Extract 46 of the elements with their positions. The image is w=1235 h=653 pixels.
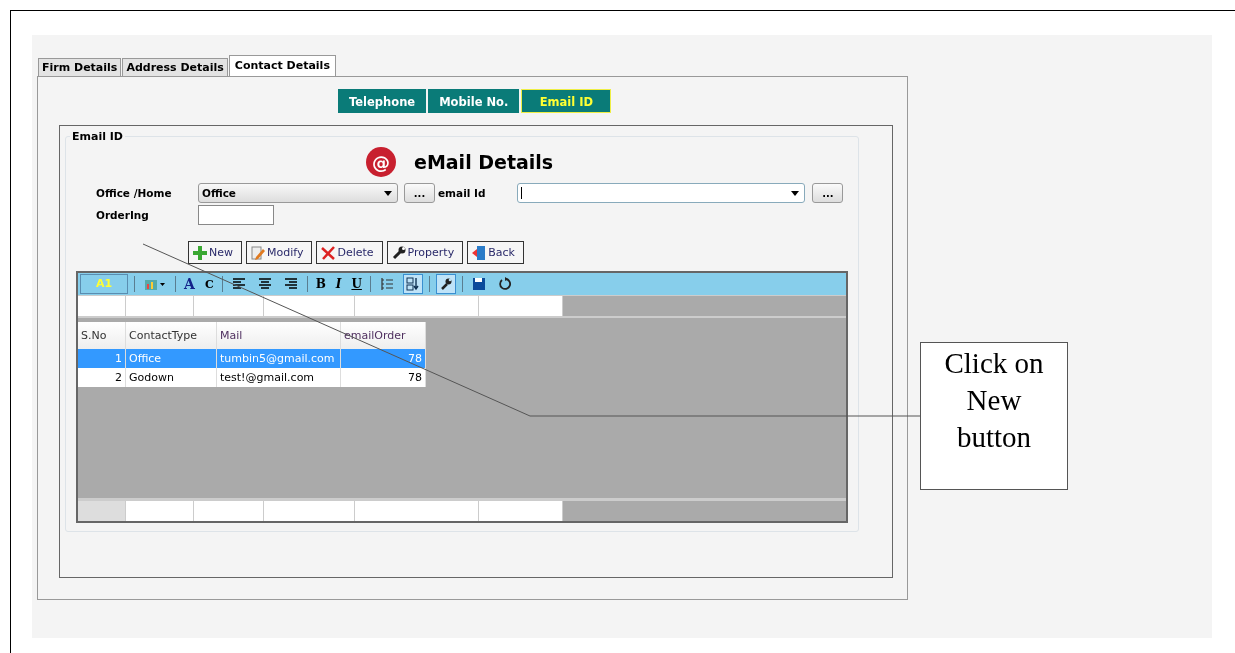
- tab[interactable]: Contact Details: [228, 55, 336, 76]
- back-button[interactable]: Back: [467, 241, 524, 264]
- at-sign-icon: @: [366, 147, 396, 177]
- modify-button[interactable]: Modify: [246, 241, 313, 264]
- new-button[interactable]: New: [188, 241, 242, 264]
- field-label: email Id: [438, 187, 486, 199]
- browse-button[interactable]: ...: [812, 183, 844, 203]
- ordering-field[interactable]: [198, 205, 274, 225]
- table-cell: Godown: [126, 368, 217, 387]
- table-cell: 1: [78, 349, 126, 368]
- tab[interactable]: Firm Details: [38, 58, 122, 76]
- bold-button[interactable]: B: [313, 277, 328, 291]
- plus-icon: [193, 245, 207, 260]
- callout-note: Click on New button: [920, 342, 1068, 490]
- caret-icon: [384, 191, 392, 196]
- caret-icon: [791, 191, 800, 196]
- wrench-icon: [391, 245, 406, 260]
- office-home-dropdown[interactable]: Office: [198, 183, 398, 203]
- pencil-icon: [251, 245, 265, 260]
- italic-button[interactable]: I: [333, 277, 344, 291]
- group-title: Email ID: [70, 130, 125, 143]
- table-cell: tumbin5@gmail.com: [217, 349, 341, 368]
- sort-icon[interactable]: [402, 274, 423, 294]
- exit-door-icon: [472, 245, 487, 260]
- font-button[interactable]: A: [182, 276, 197, 292]
- field-label: Office /Home: [95, 187, 173, 199]
- table-cell: test!@gmail.com: [217, 368, 341, 387]
- field-label: OrderIng: [95, 209, 150, 221]
- cross-icon: [321, 245, 336, 260]
- case-button[interactable]: C: [202, 277, 216, 291]
- table-cell: 2: [78, 368, 126, 387]
- property-button[interactable]: Property: [386, 241, 464, 264]
- email-id-dropdown[interactable]: [517, 183, 806, 203]
- table-cell: 78: [341, 368, 426, 387]
- table-cell: 78: [341, 349, 426, 368]
- heading: eMail Details: [414, 151, 554, 173]
- tab[interactable]: Telephone: [338, 89, 427, 113]
- browse-button[interactable]: ...: [404, 183, 435, 203]
- underline-button[interactable]: U: [349, 277, 364, 291]
- delete-button[interactable]: Delete: [316, 241, 383, 264]
- table-cell: Office: [126, 349, 217, 368]
- tab[interactable]: Mobile No.: [428, 89, 520, 113]
- tab[interactable]: Address Details: [122, 58, 228, 76]
- tab[interactable]: Email ID: [521, 89, 612, 113]
- table-row[interactable]: 2 Godown test!@gmail.com 78: [78, 368, 426, 387]
- wrench-icon[interactable]: [435, 274, 456, 294]
